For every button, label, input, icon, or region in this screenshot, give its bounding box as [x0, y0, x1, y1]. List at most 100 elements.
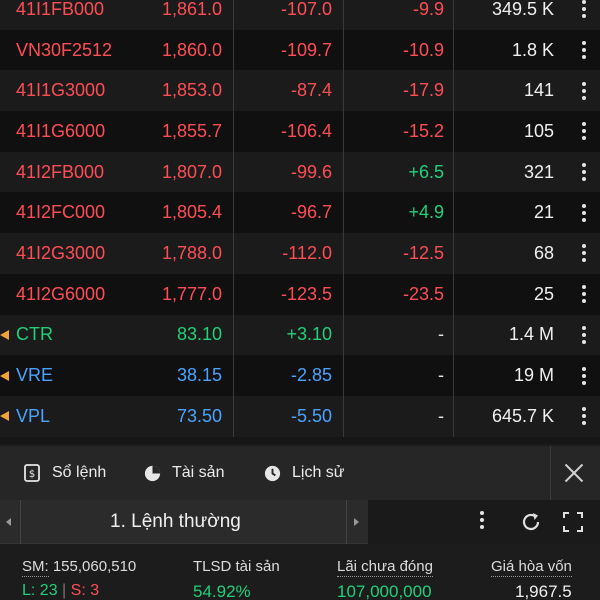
row-menu-icon[interactable]	[568, 192, 600, 233]
row-menu-icon[interactable]	[568, 152, 600, 193]
more-options-icon[interactable]	[480, 511, 484, 529]
tab-assets[interactable]: Tài sản	[142, 446, 224, 500]
percent-change: -9.9	[412, 0, 444, 19]
sm-value: 155,060,510	[52, 558, 137, 575]
divider	[343, 192, 344, 234]
volume: 1.4 M	[508, 324, 554, 345]
expand-icon[interactable]	[562, 511, 584, 533]
order-book-icon: $	[22, 463, 42, 483]
account-summary: SM: 155,060,510 L: 23 | S: 3 TLSD tài sả…	[0, 544, 600, 600]
divider	[233, 29, 234, 71]
quote-row[interactable]: 41I2FB000 1,807.0 -99.6 +6.5 321	[0, 151, 600, 193]
symbol[interactable]: VRE	[16, 355, 146, 396]
price: 1,807.0	[161, 161, 222, 182]
percent-change: +6.5	[408, 161, 444, 182]
divider	[343, 0, 344, 30]
price: 38.15	[176, 365, 222, 386]
change: -106.4	[280, 120, 332, 141]
divider	[453, 192, 454, 234]
divider	[343, 314, 344, 356]
tab-assets-label: Tài sản	[172, 464, 225, 481]
quote-row[interactable]: VPL 73.50 -5.50 - 645.7 K	[0, 395, 600, 437]
change: +3.10	[286, 324, 332, 345]
price: 1,777.0	[161, 283, 222, 304]
divider	[343, 273, 344, 315]
symbol[interactable]: 41I2FC000	[16, 192, 146, 233]
symbol[interactable]: 41I1FB000	[16, 0, 146, 30]
percent-change: -23.5	[402, 283, 444, 304]
row-menu-icon[interactable]	[568, 315, 600, 356]
row-menu-icon[interactable]	[568, 355, 600, 396]
percent-change: -15.2	[402, 120, 444, 141]
percent-change: -17.9	[402, 80, 444, 101]
quote-row[interactable]: 41I1G3000 1,853.0 -87.4 -17.9 141	[0, 70, 600, 112]
volume: 141	[523, 80, 554, 101]
row-menu-icon[interactable]	[568, 396, 600, 437]
divider	[20, 500, 21, 544]
quote-row[interactable]: VRE 38.15 -2.85 - 19 M	[0, 355, 600, 396]
divider	[343, 233, 344, 274]
divider	[453, 314, 454, 356]
symbol[interactable]: VPL	[16, 396, 146, 437]
divider	[453, 29, 454, 71]
close-icon[interactable]	[564, 463, 584, 483]
price: 1,860.0	[161, 39, 222, 60]
divider	[453, 233, 454, 274]
symbol[interactable]: 41I2G3000	[16, 233, 146, 274]
symbol[interactable]: 41I1G6000	[16, 111, 146, 152]
refresh-icon[interactable]	[519, 510, 543, 534]
quote-row[interactable]: 41I2FC000 1,805.4 -96.7 +4.9 21	[0, 192, 600, 234]
quote-rows: 41I1FB000 1,861.0 -107.0 -9.9 349.5 K VN30F25…	[0, 0, 600, 437]
change: -96.7	[290, 202, 332, 223]
quote-row[interactable]: VN30F2512 1,860.0 -109.7 -10.9 1.8 K	[0, 29, 600, 71]
row-menu-icon[interactable]	[568, 233, 600, 274]
change: -109.7	[280, 39, 332, 60]
divider	[343, 355, 344, 396]
quote-row[interactable]: 41I1G6000 1,855.7 -106.4 -15.2 105	[0, 111, 600, 152]
symbol[interactable]: VN30F2512	[16, 30, 146, 71]
percent-change: +4.9	[408, 202, 444, 223]
price: 1,805.4	[161, 202, 222, 223]
breakeven-value: 1,967.5	[515, 582, 572, 600]
tab-history[interactable]: Lịch sử	[262, 446, 345, 500]
percent-change: -	[438, 405, 444, 426]
symbol[interactable]: 41I2FB000	[16, 152, 146, 193]
arrow-right-icon[interactable]	[354, 518, 359, 526]
quote-board: 41I1FB000 1,861.0 -107.0 -9.9 349.5 K VN30F25…	[0, 0, 600, 444]
divider	[343, 151, 344, 193]
row-menu-icon[interactable]	[568, 274, 600, 315]
tab-orders-label: Sổ lệnh	[52, 464, 107, 481]
quote-row[interactable]: 41I2G3000 1,788.0 -112.0 -12.5 68	[0, 233, 600, 274]
watch-flag-icon	[0, 329, 9, 340]
unrealized-pnl-label: Lãi chưa đóng	[337, 558, 433, 577]
unrealized-pnl-value: 107,000,000	[337, 582, 432, 600]
price: 1,788.0	[161, 242, 222, 263]
symbol[interactable]: CTR	[16, 315, 146, 356]
change: -87.4	[290, 80, 332, 101]
divider	[233, 233, 234, 274]
tab-orders[interactable]: $ Sổ lệnh	[22, 446, 106, 500]
divider	[453, 0, 454, 30]
row-menu-icon[interactable]	[568, 0, 600, 30]
arrow-left-icon[interactable]	[6, 518, 11, 526]
divider	[343, 111, 344, 152]
volume: 68	[533, 242, 554, 263]
symbol[interactable]: 41I1G3000	[16, 70, 146, 111]
divider	[233, 192, 234, 234]
divider	[233, 273, 234, 315]
quote-row[interactable]: 41I2G6000 1,777.0 -123.5 -23.5 25	[0, 273, 600, 315]
divider	[343, 29, 344, 71]
row-menu-icon[interactable]	[568, 70, 600, 111]
symbol[interactable]: 41I2G6000	[16, 274, 146, 315]
divider	[550, 446, 551, 500]
change: -123.5	[280, 283, 332, 304]
quote-row[interactable]: CTR 83.10 +3.10 - 1.4 M	[0, 314, 600, 356]
order-type-selector[interactable]: 1. Lệnh thường	[0, 500, 368, 544]
change: -2.85	[290, 365, 332, 386]
price: 73.50	[176, 405, 222, 426]
order-type-bar: 1. Lệnh thường	[0, 500, 600, 544]
quote-row[interactable]: 41I1FB000 1,861.0 -107.0 -9.9 349.5 K	[0, 0, 600, 30]
tab-history-label: Lịch sử	[292, 464, 345, 481]
row-menu-icon[interactable]	[568, 30, 600, 71]
row-menu-icon[interactable]	[568, 111, 600, 152]
